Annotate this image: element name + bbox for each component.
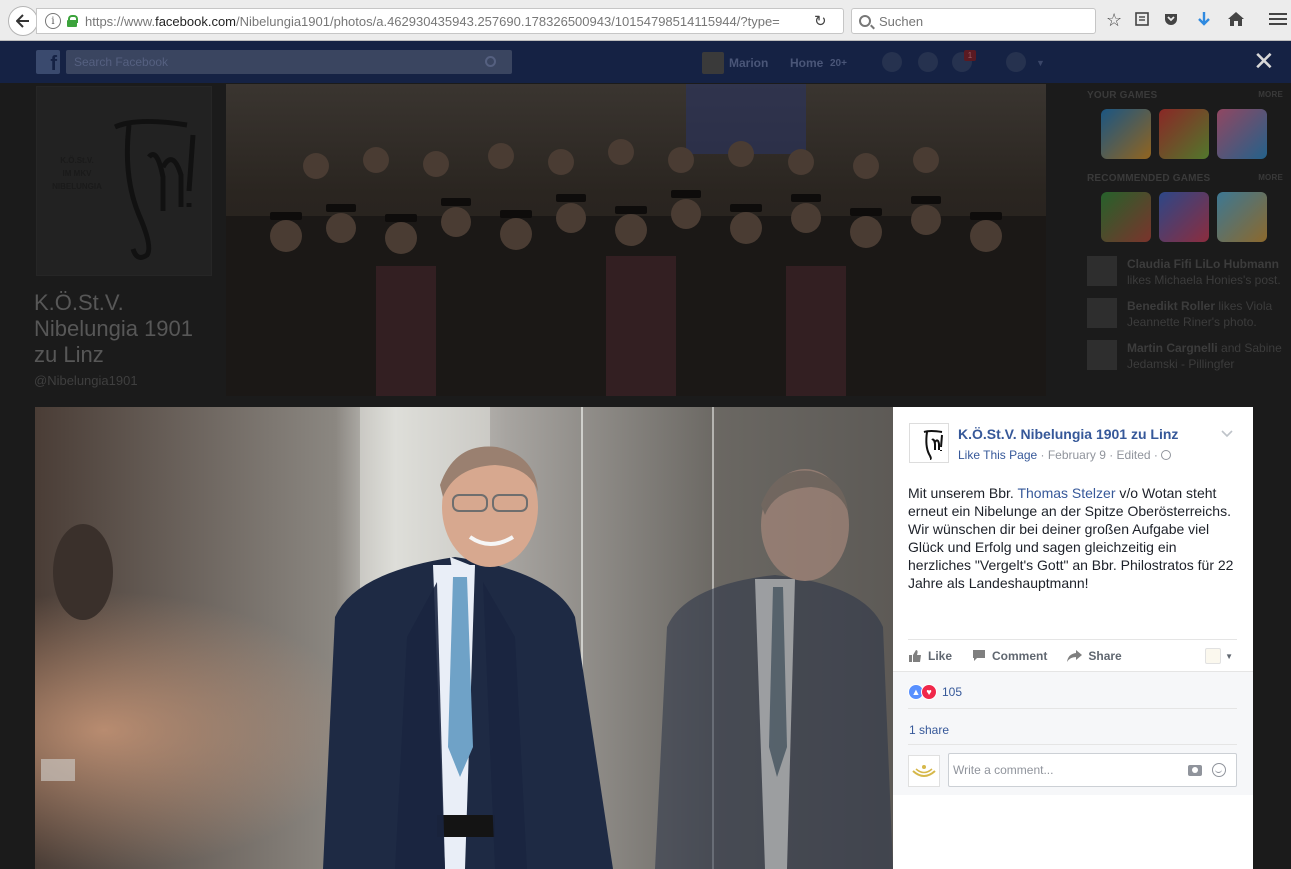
- arrow-left-icon: [16, 14, 29, 28]
- account-dropdown-icon[interactable]: ▼: [1036, 58, 1045, 68]
- nibelungia-logo-icon: [923, 430, 943, 460]
- your-games-title: YOUR GAMES: [1087, 90, 1158, 101]
- bookmark-star-icon[interactable]: ☆: [1106, 11, 1122, 29]
- pocket-icon[interactable]: [1163, 11, 1179, 30]
- your-games-list: [1101, 109, 1283, 159]
- facebook-search-placeholder: Search Facebook: [74, 55, 169, 69]
- recommended-more-link[interactable]: MORE: [1258, 173, 1283, 184]
- notification-badge: 1: [964, 50, 976, 61]
- svg-text:IM MKV: IM MKV: [63, 169, 93, 178]
- portrait-photo-illustration: [35, 407, 893, 869]
- svg-text:K.Ö.St.V.: K.Ö.St.V.: [60, 156, 94, 165]
- browser-search-box[interactable]: [851, 8, 1096, 34]
- svg-text:NIBELUNGIA: NIBELUNGIA: [52, 182, 102, 191]
- bubble-game-icon[interactable]: [1159, 109, 1209, 159]
- shares-link[interactable]: 1 share: [909, 723, 949, 737]
- page-name[interactable]: K.Ö.St.V. Nibelungia 1901 zu Linz: [34, 290, 214, 368]
- friend-requests-icon[interactable]: [882, 52, 902, 72]
- url-text[interactable]: https://www.facebook.com/Nibelungia1901/…: [85, 14, 785, 29]
- browser-search-input[interactable]: [879, 13, 1079, 29]
- globe-icon: [1161, 450, 1172, 460]
- reload-icon[interactable]: ↻: [814, 12, 827, 30]
- facebook-search[interactable]: Search Facebook: [66, 50, 512, 74]
- facebook-header: f Search Facebook Marion Home 20+ 1 ▼: [0, 41, 1291, 83]
- ticker-item[interactable]: Claudia Fifi LiLo Hubmann likes Michaela…: [1087, 256, 1283, 288]
- browser-toolbar: i https://www.facebook.com/Nibelungia190…: [0, 0, 1291, 41]
- reaction-count[interactable]: 105: [942, 685, 962, 699]
- bubble-shooter-game-icon[interactable]: [1217, 192, 1267, 242]
- profile-link[interactable]: Marion: [729, 56, 768, 70]
- search-icon: [485, 56, 496, 67]
- new-game-icon[interactable]: [1159, 192, 1209, 242]
- thumbs-up-icon: [909, 649, 921, 662]
- post-footer: ▲ ♥ 105 1 share: [893, 671, 1253, 795]
- like-page-link[interactable]: Like This Page: [958, 448, 1037, 462]
- puzzle-game-icon[interactable]: [1217, 109, 1267, 159]
- facebook-logo-icon[interactable]: f: [36, 50, 60, 75]
- page-mini-avatar: [1205, 648, 1222, 664]
- post-date[interactable]: · February 9 · Edited ·: [1037, 448, 1161, 462]
- page-profile-picture[interactable]: K.Ö.St.V. IM MKV NIBELUNGIA: [36, 86, 212, 276]
- comment-button[interactable]: Comment: [972, 649, 1047, 663]
- post-actions: Like Comment Share ▼: [908, 639, 1237, 671]
- avatar: [1087, 256, 1117, 286]
- share-icon: [1067, 649, 1083, 662]
- share-button[interactable]: Share: [1067, 649, 1122, 663]
- comment-icon: [973, 650, 986, 661]
- candy-crush-game-icon[interactable]: [1101, 109, 1151, 159]
- avatar: [908, 755, 940, 787]
- close-icon[interactable]: ✕: [1253, 47, 1275, 75]
- messages-icon[interactable]: [918, 52, 938, 72]
- post-text: Mit unserem Bbr. Thomas Stelzer v/o Wota…: [908, 485, 1234, 591]
- avatar: [1087, 298, 1117, 328]
- your-games-more-link[interactable]: MORE: [1258, 90, 1283, 101]
- page-avatar[interactable]: [909, 423, 949, 463]
- christmas-game-icon[interactable]: [1101, 192, 1151, 242]
- back-button[interactable]: [8, 6, 38, 36]
- download-icon[interactable]: [1196, 11, 1212, 32]
- nibelungia-logo-icon: K.Ö.St.V. IM MKV NIBELUNGIA: [52, 118, 196, 260]
- ticker-item[interactable]: Benedikt Roller likes Viola Jeannette Ri…: [1087, 298, 1283, 330]
- like-button[interactable]: Like: [908, 649, 952, 663]
- post-page-name-link[interactable]: K.Ö.St.V. Nibelungia 1901 zu Linz: [958, 426, 1178, 442]
- reactions-summary[interactable]: ▲ ♥ 105: [908, 684, 962, 700]
- search-icon: [859, 15, 871, 27]
- info-icon[interactable]: i: [45, 13, 61, 29]
- camera-icon[interactable]: [1188, 765, 1202, 776]
- page-handle[interactable]: @Nibelungia1901: [34, 373, 138, 388]
- recommended-games-list: [1101, 192, 1283, 242]
- page-badge-icon: [912, 765, 936, 777]
- home-icon[interactable]: [1227, 11, 1245, 30]
- mention-link[interactable]: Thomas Stelzer: [1017, 485, 1115, 501]
- recommended-games-title: RECOMMENDED GAMES: [1087, 173, 1211, 184]
- reading-list-icon[interactable]: [1134, 11, 1150, 30]
- home-count-badge: 20+: [830, 58, 847, 69]
- shares-row: 1 share: [908, 708, 1237, 744]
- caret-down-icon: ▼: [1225, 651, 1233, 661]
- home-link[interactable]: Home: [790, 56, 823, 70]
- comment-composer: [908, 744, 1237, 792]
- right-sidebar: YOUR GAMES MORE RECOMMENDED GAMES MORE C…: [1087, 90, 1283, 372]
- photo-viewer-image[interactable]: [35, 407, 893, 869]
- hamburger-menu-icon[interactable]: [1269, 11, 1287, 29]
- lock-icon: [67, 15, 78, 27]
- post-panel: K.Ö.St.V. Nibelungia 1901 zu Linz Like T…: [893, 407, 1253, 869]
- comment-input[interactable]: [953, 763, 1173, 777]
- avatar: [1087, 340, 1117, 370]
- love-reaction-icon: ♥: [921, 684, 937, 700]
- comment-input-box[interactable]: [948, 753, 1237, 787]
- help-icon[interactable]: [1006, 52, 1026, 72]
- chevron-down-icon[interactable]: [1221, 425, 1233, 438]
- group-photo-illustration: [226, 139, 1046, 396]
- cover-photo[interactable]: [226, 84, 1046, 396]
- post-meta: Like This Page · February 9 · Edited ·: [958, 448, 1172, 462]
- ticker-item[interactable]: Martin Cargnelli and Sabine Jedamski - P…: [1087, 340, 1283, 372]
- post-as-selector[interactable]: ▼: [1205, 648, 1233, 664]
- avatar[interactable]: [702, 52, 724, 74]
- url-bar[interactable]: i https://www.facebook.com/Nibelungia190…: [36, 8, 844, 34]
- emoji-icon[interactable]: [1212, 763, 1226, 777]
